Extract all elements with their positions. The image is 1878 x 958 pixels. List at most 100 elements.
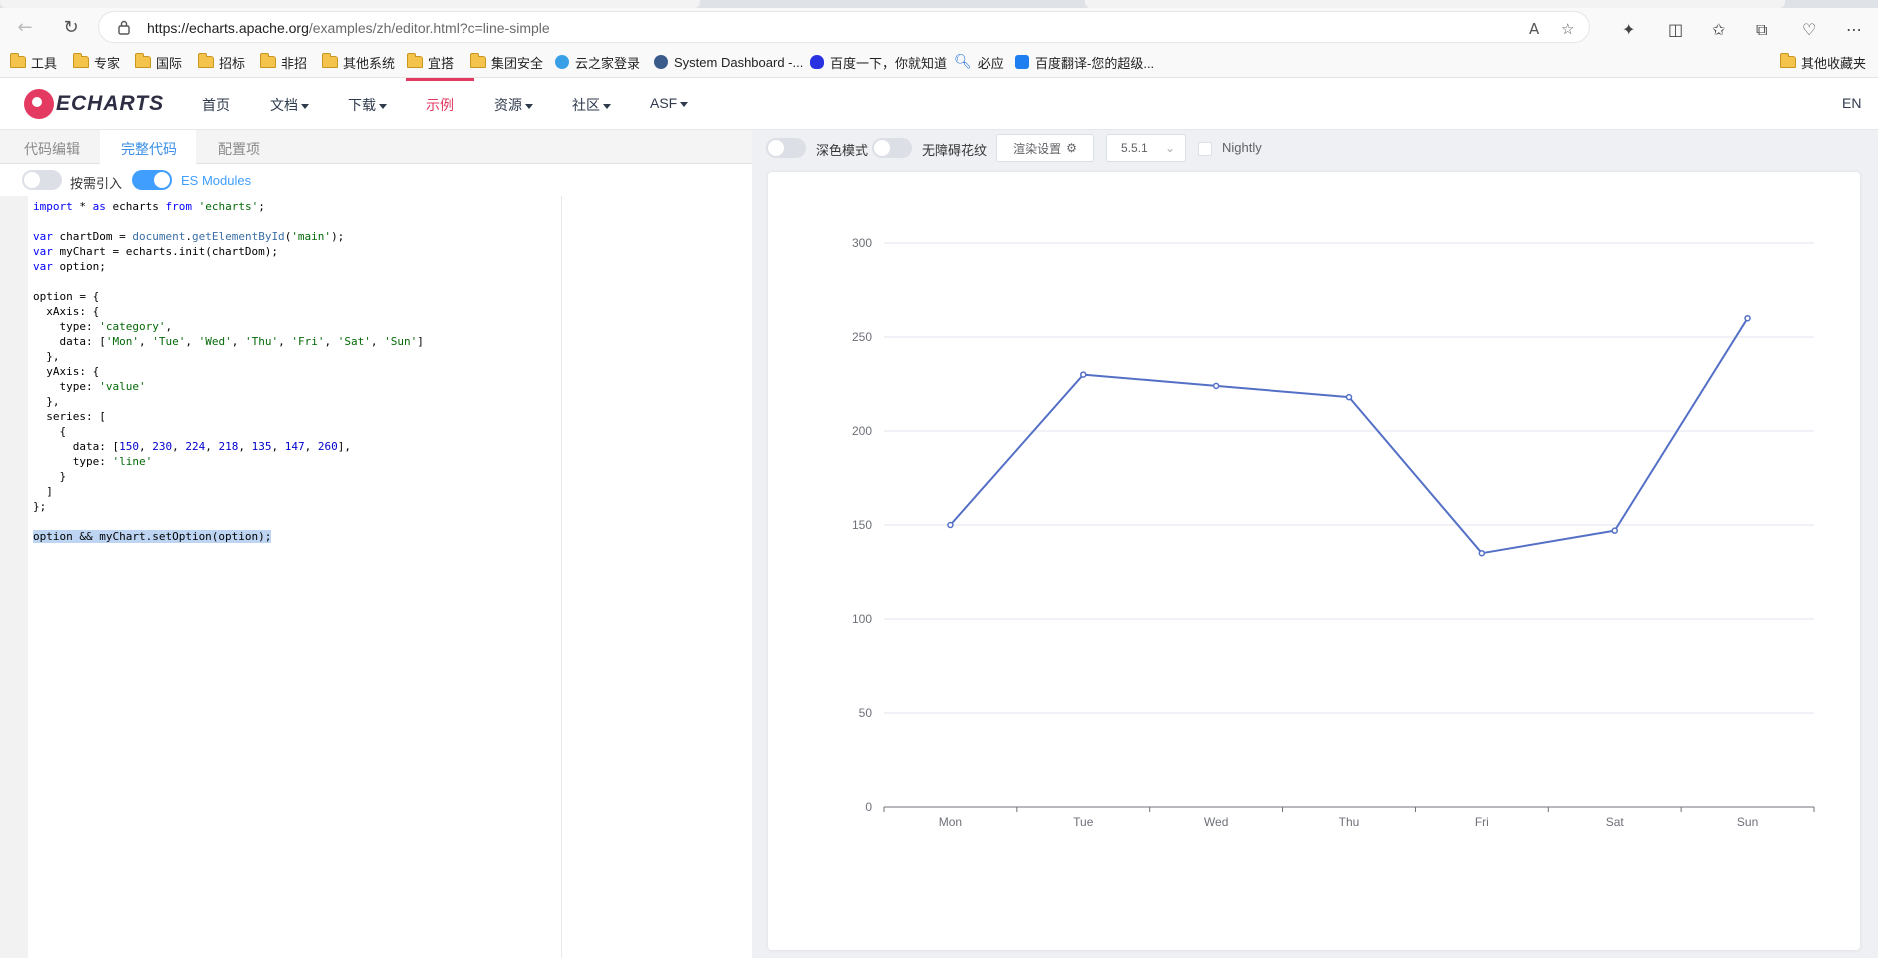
bookmark-link[interactable]: 🔍︎ 必应 — [954, 53, 1004, 71]
bookmark-folder[interactable]: 国际 — [135, 53, 182, 71]
browser-tab[interactable] — [1085, 0, 1785, 8]
baidu-paw-icon — [810, 55, 824, 69]
accessible-pattern-label: 无障碍花纹 — [922, 143, 988, 158]
folder-icon — [73, 53, 89, 68]
logo-text: ECHARTS — [56, 92, 165, 115]
bookmark-folder[interactable]: 非招 — [260, 53, 307, 71]
dark-mode-toggle[interactable] — [766, 138, 806, 158]
data-point — [1611, 527, 1618, 534]
folder-icon — [470, 53, 486, 68]
bookmark-link[interactable]: 百度一下，你就知道 — [810, 53, 947, 71]
line-chart: 0 50 100 150 200 250 300 Mon Tue Wed Thu Fri Sat Sun — [852, 236, 1815, 829]
url-field[interactable]: https://echarts.apache.org/examples/zh/e… — [98, 11, 1590, 43]
folder-icon — [198, 53, 214, 68]
chevron-down-icon: ⌄ — [1164, 141, 1175, 155]
y-tick-label: 50 — [859, 706, 873, 720]
render-settings-button[interactable]: 渲染设置 ⚙ — [996, 134, 1094, 162]
caret-down-icon — [525, 103, 533, 109]
folder-icon — [10, 53, 26, 68]
search-icon: 🔍︎ — [954, 54, 972, 70]
tab-options[interactable]: 配置项 — [218, 139, 260, 159]
folder-icon — [407, 53, 423, 68]
version-select[interactable]: 5.5.1 ⌄ — [1106, 134, 1186, 162]
data-point — [947, 521, 954, 529]
split-screen-icon[interactable]: ◫ — [1668, 20, 1683, 39]
y-tick-label: 150 — [852, 518, 872, 532]
browser-essentials-icon[interactable]: ♡ — [1802, 20, 1816, 39]
address-bar-row: ← ↻ https://echarts.apache.org/examples/… — [0, 8, 1878, 46]
nav-resources[interactable]: 资源 — [494, 95, 533, 115]
x-tick-label: Fri — [1475, 815, 1489, 829]
y-tick-label: 200 — [852, 424, 872, 438]
tab-full-code[interactable]: 完整代码 — [121, 139, 177, 159]
nav-asf[interactable]: ASF — [650, 95, 689, 111]
nav-examples[interactable]: 示例 — [426, 95, 454, 115]
y-tick-label: 100 — [852, 612, 872, 626]
caret-down-icon — [603, 103, 611, 109]
bookmarks-bar: 工具 专家 国际 招标 非招 其他系统 宜搭 集团安全 云之家登录 System… — [0, 46, 1878, 78]
print-margin — [561, 196, 562, 958]
caret-down-icon — [379, 103, 387, 109]
x-tick-label: Sun — [1737, 815, 1758, 829]
tab-strip — [0, 0, 1878, 8]
y-tick-label: 0 — [865, 800, 872, 814]
url-text: https://echarts.apache.org/examples/zh/e… — [147, 20, 550, 36]
active-nav-indicator — [406, 78, 474, 81]
refresh-icon[interactable]: ↻ — [58, 14, 84, 40]
folder-icon — [1780, 53, 1796, 68]
data-point — [1478, 549, 1486, 557]
back-icon[interactable]: ← — [12, 14, 38, 40]
bookmark-link[interactable]: System Dashboard -... — [654, 53, 803, 71]
extensions-icon[interactable]: ✦ — [1622, 20, 1635, 39]
browser-tab[interactable] — [0, 0, 700, 8]
eye-icon — [654, 55, 668, 69]
bookmark-folder[interactable]: 集团安全 — [470, 53, 543, 71]
series-line — [949, 317, 1749, 555]
es-modules-toggle[interactable] — [132, 170, 172, 190]
favorite-star-icon[interactable]: ☆ — [1561, 20, 1574, 38]
nightly-label: Nightly — [1222, 140, 1262, 155]
bookmark-folder[interactable]: 招标 — [198, 53, 245, 71]
editor-panel: 代码编辑 完整代码 配置项 按需引入 ES Modules import * a… — [0, 130, 752, 958]
bookmark-link[interactable]: 云之家登录 — [555, 53, 640, 71]
translate-icon — [1015, 55, 1029, 69]
page: ECHARTS 首页 文档 下载 示例 资源 社区 ASF EN 代码编辑 完整… — [0, 78, 1878, 958]
cloud-icon — [555, 55, 569, 69]
nav-download[interactable]: 下载 — [348, 95, 387, 115]
nav-home[interactable]: 首页 — [202, 95, 230, 115]
editor-gutter — [0, 196, 28, 958]
nav-docs[interactable]: 文档 — [270, 95, 309, 115]
bookmark-folder[interactable]: 宜搭 — [407, 53, 454, 71]
data-point — [1212, 382, 1220, 390]
nightly-checkbox[interactable] — [1198, 142, 1212, 156]
on-demand-toggle[interactable] — [22, 170, 62, 190]
preview-toolbar: 深色模式 无障碍花纹 渲染设置 ⚙ 5.5.1 ⌄ Nightly — [752, 130, 1878, 164]
echarts-logo[interactable]: ECHARTS — [24, 88, 164, 120]
tab-code-edit[interactable]: 代码编辑 — [24, 139, 80, 159]
dark-mode-label: 深色模式 — [816, 143, 869, 158]
bookmark-folder[interactable]: 工具 — [10, 53, 57, 71]
folder-icon — [260, 53, 276, 68]
y-tick-label: 250 — [852, 330, 872, 344]
bookmark-folder[interactable]: 专家 — [73, 53, 120, 71]
bookmark-link[interactable]: 百度翻译-您的超级... — [1015, 53, 1154, 71]
chart-container: 0 50 100 150 200 250 300 Mon Tue Wed Thu Fri Sat Sun — [768, 172, 1860, 950]
more-menu-icon[interactable]: ⋯ — [1846, 20, 1862, 39]
logo-mark-icon — [24, 89, 54, 119]
folder-icon — [322, 53, 338, 68]
editor-options: 按需引入 ES Modules — [0, 164, 752, 196]
x-tick-label: Wed — [1204, 815, 1228, 829]
data-point — [1744, 314, 1751, 322]
language-switch[interactable]: EN — [1842, 95, 1861, 111]
nav-community[interactable]: 社区 — [572, 95, 611, 115]
bookmark-other-folder[interactable]: 其他收藏夹 — [1780, 53, 1866, 71]
caret-down-icon — [301, 103, 309, 109]
read-aloud-icon[interactable]: A — [1529, 20, 1539, 38]
accessible-pattern-toggle[interactable] — [872, 138, 912, 158]
favorites-icon[interactable]: ✩ — [1712, 20, 1725, 39]
site-navbar: ECHARTS 首页 文档 下载 示例 资源 社区 ASF EN — [0, 78, 1878, 130]
collections-icon[interactable]: ⧉ — [1756, 20, 1767, 40]
lock-icon — [118, 20, 130, 35]
bookmark-folder[interactable]: 其他系统 — [322, 53, 395, 71]
code-text[interactable]: import * as echarts from 'echarts'; var … — [33, 199, 424, 544]
